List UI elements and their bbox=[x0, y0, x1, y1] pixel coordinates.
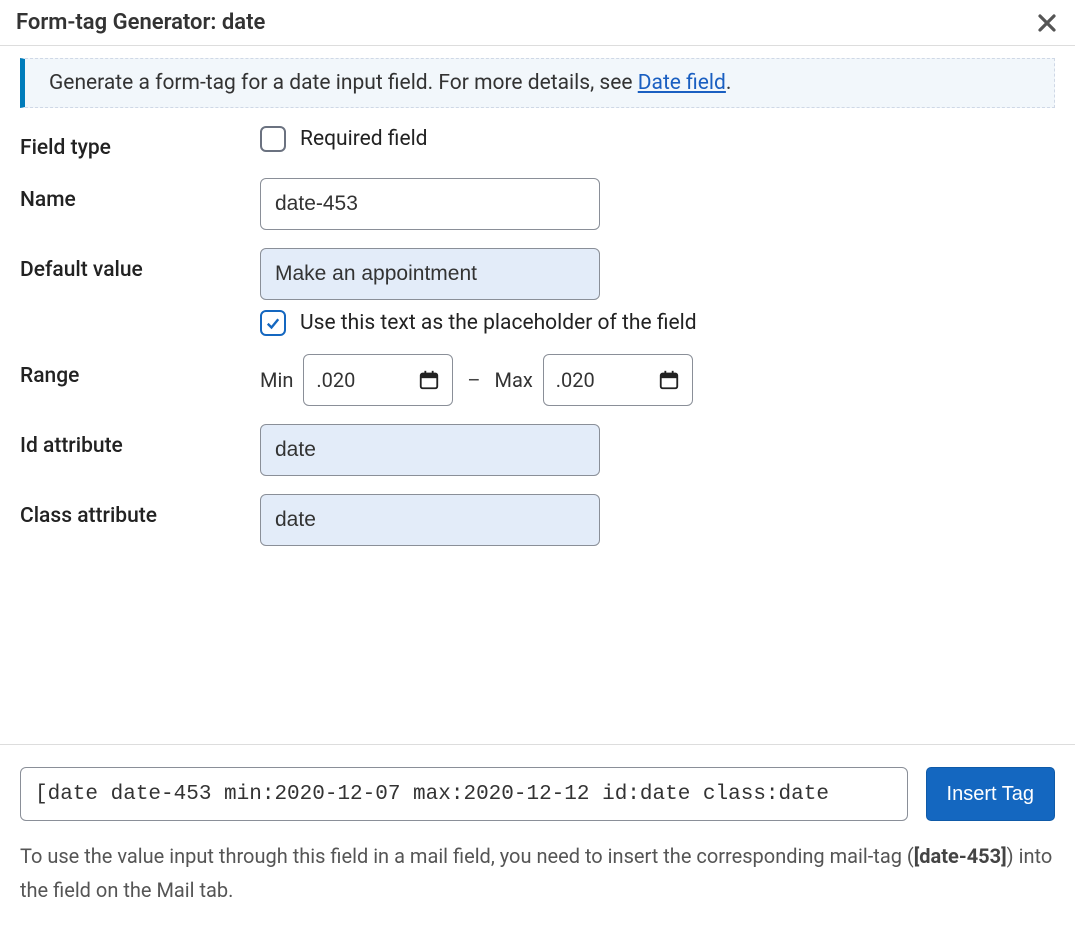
required-label: Required field bbox=[300, 127, 428, 151]
name-input[interactable] bbox=[260, 178, 600, 230]
calendar-icon bbox=[658, 369, 680, 391]
form-tag-generator-dialog: Form-tag Generator: date Generate a form… bbox=[0, 0, 1075, 933]
label-range: Range bbox=[20, 354, 260, 388]
label-class-attribute: Class attribute bbox=[20, 494, 260, 528]
generated-tag-output[interactable] bbox=[20, 767, 908, 821]
class-attribute-input[interactable] bbox=[260, 494, 600, 546]
dialog-header: Form-tag Generator: date bbox=[0, 0, 1075, 46]
range-max-input[interactable]: .020 bbox=[543, 354, 693, 406]
range-dash: – bbox=[463, 368, 484, 392]
help-before: To use the value input through this fiel… bbox=[20, 844, 914, 868]
range-min-value: .020 bbox=[316, 368, 355, 392]
label-max: Max bbox=[495, 368, 533, 392]
placeholder-label: Use this text as the placeholder of the … bbox=[300, 311, 697, 335]
dialog-title: Form-tag Generator: date bbox=[16, 10, 265, 35]
placeholder-checkbox[interactable] bbox=[260, 310, 286, 336]
range-max-value: .020 bbox=[556, 368, 595, 392]
label-min: Min bbox=[260, 368, 293, 392]
close-icon[interactable] bbox=[1035, 11, 1059, 35]
label-id-attribute: Id attribute bbox=[20, 424, 260, 458]
label-default-value: Default value bbox=[20, 248, 260, 282]
id-attribute-input[interactable] bbox=[260, 424, 600, 476]
info-banner: Generate a form-tag for a date input fie… bbox=[20, 58, 1055, 108]
range-min-input[interactable]: .020 bbox=[303, 354, 453, 406]
label-name: Name bbox=[20, 178, 260, 212]
footer-help-text: To use the value input through this fiel… bbox=[20, 839, 1055, 907]
calendar-icon bbox=[418, 369, 440, 391]
info-text-before: Generate a form-tag for a date input fie… bbox=[49, 71, 638, 95]
default-value-input[interactable] bbox=[260, 248, 600, 300]
form-area: Field type Required field Name Default v… bbox=[0, 116, 1075, 744]
help-mail-tag: [date-453] bbox=[914, 844, 1007, 868]
info-text-after: . bbox=[726, 71, 732, 95]
insert-tag-button[interactable]: Insert Tag bbox=[926, 767, 1055, 821]
info-link[interactable]: Date field bbox=[638, 71, 726, 95]
dialog-footer: Insert Tag To use the value input throug… bbox=[0, 744, 1075, 933]
label-field-type: Field type bbox=[20, 126, 260, 160]
required-checkbox[interactable] bbox=[260, 126, 286, 152]
